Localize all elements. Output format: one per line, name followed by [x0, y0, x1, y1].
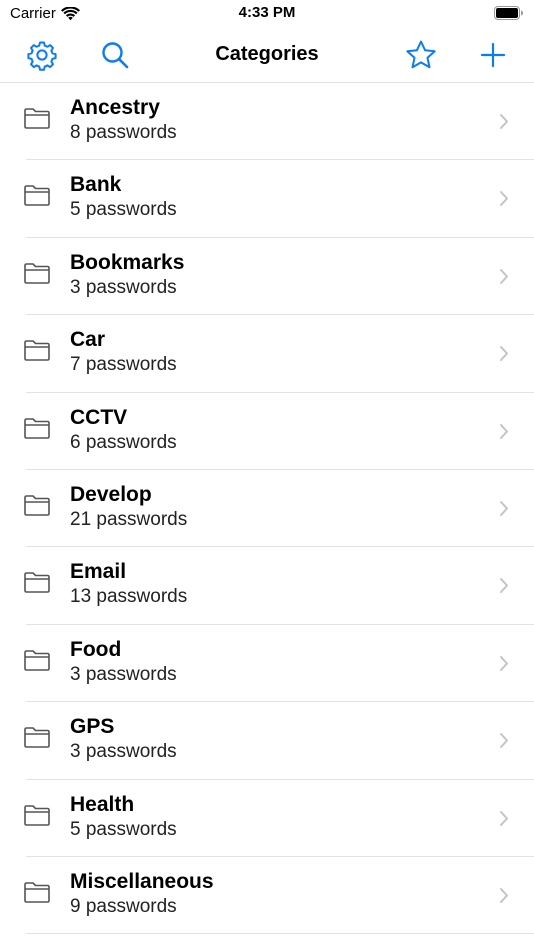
category-name: Health — [70, 792, 135, 816]
favorites-button[interactable] — [403, 38, 439, 72]
chevron-right-icon — [500, 268, 508, 284]
category-password-count: 3 passwords — [70, 276, 177, 298]
category-row-develop[interactable]: Develop 21 passwords — [0, 470, 534, 548]
category-list: Ancestry 8 passwords Bank 5 passwords Bo… — [0, 83, 534, 935]
plus-icon — [480, 42, 506, 68]
category-name: Bank — [70, 173, 122, 197]
category-name: Miscellaneous — [70, 869, 214, 893]
category-row-food[interactable]: Food 3 passwords — [0, 625, 534, 703]
chevron-right-icon — [500, 655, 508, 671]
status-bar: Carrier 4:33 PM — [0, 0, 534, 28]
chevron-right-icon — [500, 733, 508, 749]
folder-icon — [24, 649, 50, 671]
chevron-right-icon — [500, 423, 508, 439]
category-name: CCTV — [70, 405, 128, 429]
folder-icon — [24, 417, 50, 439]
category-name: Develop — [70, 482, 152, 506]
category-row-miscellaneous[interactable]: Miscellaneous 9 passwords — [0, 857, 534, 935]
category-row-ancestry[interactable]: Ancestry 8 passwords — [0, 83, 534, 161]
category-password-count: 21 passwords — [70, 508, 188, 530]
category-password-count: 9 passwords — [70, 895, 177, 917]
category-password-count: 5 passwords — [70, 818, 177, 840]
chevron-right-icon — [500, 500, 508, 516]
category-password-count: 6 passwords — [70, 431, 177, 453]
folder-icon — [24, 108, 50, 129]
chevron-right-icon — [500, 346, 508, 362]
star-icon — [406, 40, 436, 69]
category-password-count: 3 passwords — [70, 741, 177, 763]
category-name: GPS — [70, 715, 115, 739]
category-row-email[interactable]: Email 13 passwords — [0, 547, 534, 626]
page-title: Categories — [215, 43, 319, 65]
category-password-count: 8 passwords — [70, 122, 177, 143]
chevron-right-icon — [500, 887, 508, 903]
categories-screen: Carrier 4:33 PM Categories Ancestry 8 pa… — [0, 0, 534, 950]
status-time: 4:33 PM — [238, 4, 296, 21]
folder-icon — [24, 882, 50, 903]
add-button[interactable] — [475, 38, 511, 72]
folder-icon — [24, 804, 50, 826]
category-password-count: 13 passwords — [70, 586, 188, 608]
chevron-right-icon — [500, 810, 508, 826]
folder-icon — [24, 495, 50, 516]
chevron-right-icon — [500, 114, 508, 129]
navigation-bar: Categories — [0, 28, 534, 82]
category-row-bookmarks[interactable]: Bookmarks 3 passwords — [0, 238, 534, 316]
category-name: Bookmarks — [70, 250, 185, 274]
folder-icon — [24, 340, 50, 361]
chevron-right-icon — [500, 191, 508, 207]
category-password-count: 5 passwords — [70, 199, 177, 221]
folder-icon — [24, 262, 50, 284]
folder-icon — [24, 185, 50, 207]
folder-icon — [24, 572, 50, 594]
category-row-health[interactable]: Health 5 passwords — [0, 780, 534, 858]
category-password-count: 3 passwords — [70, 663, 177, 685]
category-row-bank[interactable]: Bank 5 passwords — [0, 160, 534, 239]
category-name: Ancestry — [70, 96, 160, 119]
category-password-count: 7 passwords — [70, 354, 177, 376]
category-name: Email — [70, 560, 127, 584]
chevron-right-icon — [500, 578, 508, 594]
category-row-gps[interactable]: GPS 3 passwords — [0, 702, 534, 780]
category-row-cctv[interactable]: CCTV 6 passwords — [0, 393, 534, 471]
battery-icon — [494, 6, 523, 20]
folder-icon — [24, 727, 50, 748]
category-row-car[interactable]: Car 7 passwords — [0, 315, 534, 393]
category-name: Food — [70, 637, 122, 661]
category-name: Car — [70, 328, 106, 352]
